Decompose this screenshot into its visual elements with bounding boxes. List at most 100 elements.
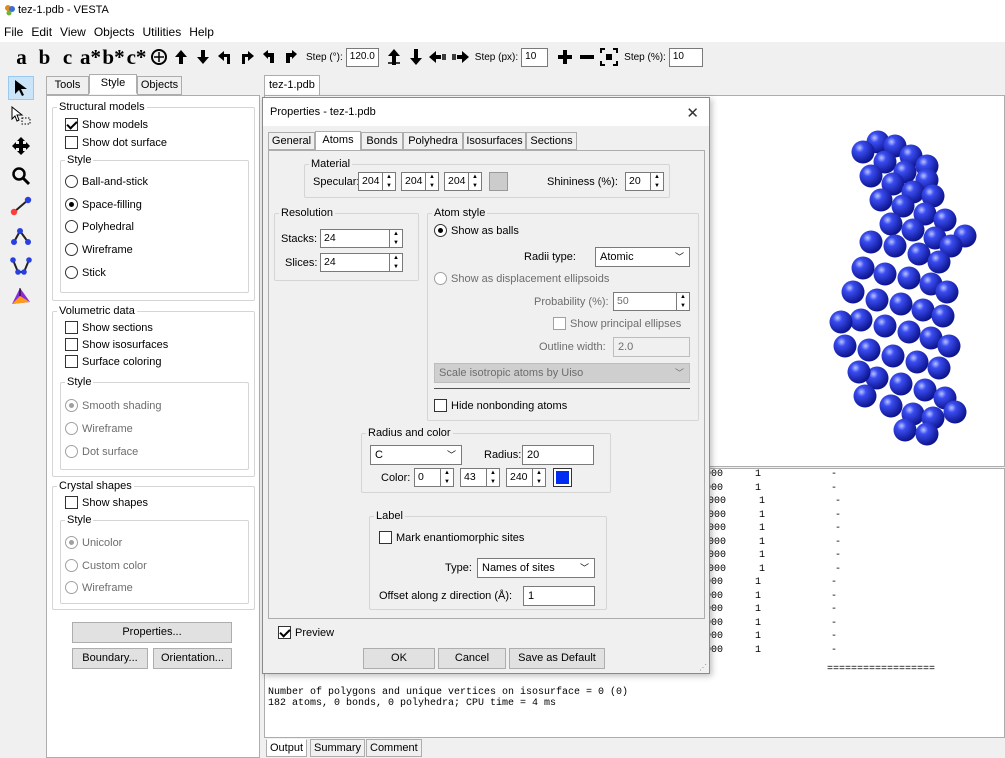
style-polyhedral-radio[interactable]: Polyhedral	[65, 220, 134, 233]
atom-sphere[interactable]	[881, 344, 905, 368]
rotate-ccw-icon[interactable]	[258, 45, 280, 69]
atom-sphere[interactable]	[851, 256, 875, 280]
atom-sphere[interactable]	[897, 266, 921, 290]
outline-width-input[interactable]: 2.0	[613, 337, 690, 357]
tab-style[interactable]: Style	[89, 74, 137, 94]
specular-r-spinner[interactable]: 204 ▲ ▼	[358, 172, 396, 191]
menu-objects[interactable]: Objects	[94, 25, 135, 39]
slices-spinner[interactable]: 24 ▲ ▼	[320, 253, 403, 272]
atom-sphere[interactable]	[907, 242, 931, 266]
rotate-cw-icon[interactable]	[280, 45, 302, 69]
distance-tool[interactable]	[8, 194, 34, 218]
show-dot-surface-checkbox[interactable]: Show dot surface	[65, 136, 167, 149]
atom-sphere[interactable]	[841, 280, 865, 304]
dialog-tab-atoms[interactable]: Atoms	[315, 131, 361, 151]
select-region-tool[interactable]	[8, 104, 34, 128]
translate-tool[interactable]	[8, 134, 34, 158]
specular-color-swatch[interactable]	[489, 172, 508, 191]
preview-checkbox[interactable]: Preview	[278, 626, 334, 639]
tab-objects[interactable]: Objects	[137, 76, 182, 95]
view-along-c-star-button[interactable]: c*	[125, 45, 148, 69]
atom-sphere[interactable]	[879, 212, 903, 236]
offset-input[interactable]: 1	[523, 586, 595, 606]
tab-tools[interactable]: Tools	[46, 76, 89, 95]
atom-sphere[interactable]	[893, 418, 917, 442]
zoom-in-icon[interactable]	[554, 45, 576, 69]
fit-to-screen-icon[interactable]	[598, 45, 620, 69]
atom-sphere[interactable]	[911, 298, 935, 322]
close-icon[interactable]: ✕	[686, 104, 699, 122]
atom-sphere[interactable]	[915, 422, 939, 446]
atom-sphere[interactable]	[829, 310, 853, 334]
atom-sphere[interactable]	[905, 350, 929, 374]
smooth-shading-radio[interactable]: Smooth shading	[65, 399, 162, 412]
view-along-c-button[interactable]: c	[56, 45, 79, 69]
plane-tool[interactable]	[8, 284, 34, 308]
atom-sphere[interactable]	[833, 334, 857, 358]
atom-sphere[interactable]	[927, 356, 951, 380]
menu-utilities[interactable]: Utilities	[143, 25, 182, 39]
view-along-b-button[interactable]: b	[33, 45, 56, 69]
specular-g-spinner[interactable]: 204 ▲ ▼	[401, 172, 439, 191]
mark-enantiomorphic-checkbox[interactable]: Mark enantiomorphic sites	[379, 531, 524, 544]
custom-color-radio[interactable]: Custom color	[65, 559, 147, 572]
atom-sphere[interactable]	[847, 360, 871, 384]
show-models-checkbox[interactable]: Show models	[65, 118, 148, 131]
stacks-spinner[interactable]: 24 ▲ ▼	[320, 229, 403, 248]
atom-sphere[interactable]	[897, 320, 921, 344]
dialog-tab-sections[interactable]: Sections	[526, 132, 577, 150]
specular-b-spinner[interactable]: 204 ▲ ▼	[444, 172, 482, 191]
atom-sphere[interactable]	[853, 384, 877, 408]
select-tool[interactable]	[8, 76, 34, 100]
atom-sphere[interactable]	[873, 314, 897, 338]
rotate-right-icon[interactable]	[236, 45, 258, 69]
style-wireframe-radio[interactable]: Wireframe	[65, 243, 133, 256]
menu-file[interactable]: File	[4, 25, 23, 39]
atom-sphere[interactable]	[879, 394, 903, 418]
style-space-filling-radio[interactable]: Space-filling	[65, 198, 142, 211]
atom-color-swatch[interactable]	[553, 468, 572, 487]
zoom-out-icon[interactable]	[576, 45, 598, 69]
atom-sphere[interactable]	[883, 234, 907, 258]
atom-sphere[interactable]	[889, 292, 913, 316]
show-shapes-checkbox[interactable]: Show shapes	[65, 496, 148, 509]
atom-sphere[interactable]	[943, 400, 967, 424]
atom-sphere[interactable]	[927, 250, 951, 274]
dot-surface-radio[interactable]: Dot surface	[65, 445, 138, 458]
dialog-tab-general[interactable]: General	[268, 132, 315, 150]
move-left-icon[interactable]	[427, 45, 449, 69]
atom-sphere[interactable]	[851, 140, 875, 164]
radius-input[interactable]: 20	[522, 445, 594, 465]
move-right-icon[interactable]	[449, 45, 471, 69]
atom-sphere[interactable]	[849, 308, 873, 332]
dihedral-tool[interactable]	[8, 254, 34, 278]
cancel-button[interactable]: Cancel	[438, 648, 506, 669]
probability-spinner[interactable]: 50 ▲ ▼	[613, 292, 690, 311]
menu-edit[interactable]: Edit	[31, 25, 52, 39]
view-along-b-star-button[interactable]: b*	[102, 45, 125, 69]
atom-sphere[interactable]	[859, 230, 883, 254]
rotate-up-icon[interactable]	[170, 45, 192, 69]
show-sections-checkbox[interactable]: Show sections	[65, 321, 153, 334]
vol-wireframe-radio[interactable]: Wireframe	[65, 422, 133, 435]
move-down-icon[interactable]	[405, 45, 427, 69]
surface-coloring-checkbox[interactable]: Surface coloring	[65, 355, 162, 368]
show-as-ellipsoids-radio[interactable]: Show as displacement ellipsoids	[434, 272, 609, 285]
step-px-input[interactable]: 10	[521, 47, 549, 67]
atom-sphere[interactable]	[859, 164, 883, 188]
magnify-tool[interactable]	[8, 164, 34, 188]
atom-sphere[interactable]	[873, 262, 897, 286]
atom-sphere[interactable]	[931, 304, 955, 328]
orientation-button[interactable]: Orientation...	[153, 648, 232, 669]
rotate-down-icon[interactable]	[192, 45, 214, 69]
view-along-a-button[interactable]: a	[10, 45, 33, 69]
atom-sphere[interactable]	[865, 288, 889, 312]
crystal-wireframe-radio[interactable]: Wireframe	[65, 581, 133, 594]
menu-view[interactable]: View	[60, 25, 86, 39]
atom-sphere[interactable]	[869, 188, 893, 212]
color-b-spinner[interactable]: 240 ▲ ▼	[506, 468, 546, 487]
properties-button[interactable]: Properties...	[72, 622, 232, 643]
color-r-spinner[interactable]: 0 ▲ ▼	[414, 468, 454, 487]
style-stick-radio[interactable]: Stick	[65, 266, 106, 279]
dialog-tab-polyhedra[interactable]: Polyhedra	[403, 132, 463, 150]
